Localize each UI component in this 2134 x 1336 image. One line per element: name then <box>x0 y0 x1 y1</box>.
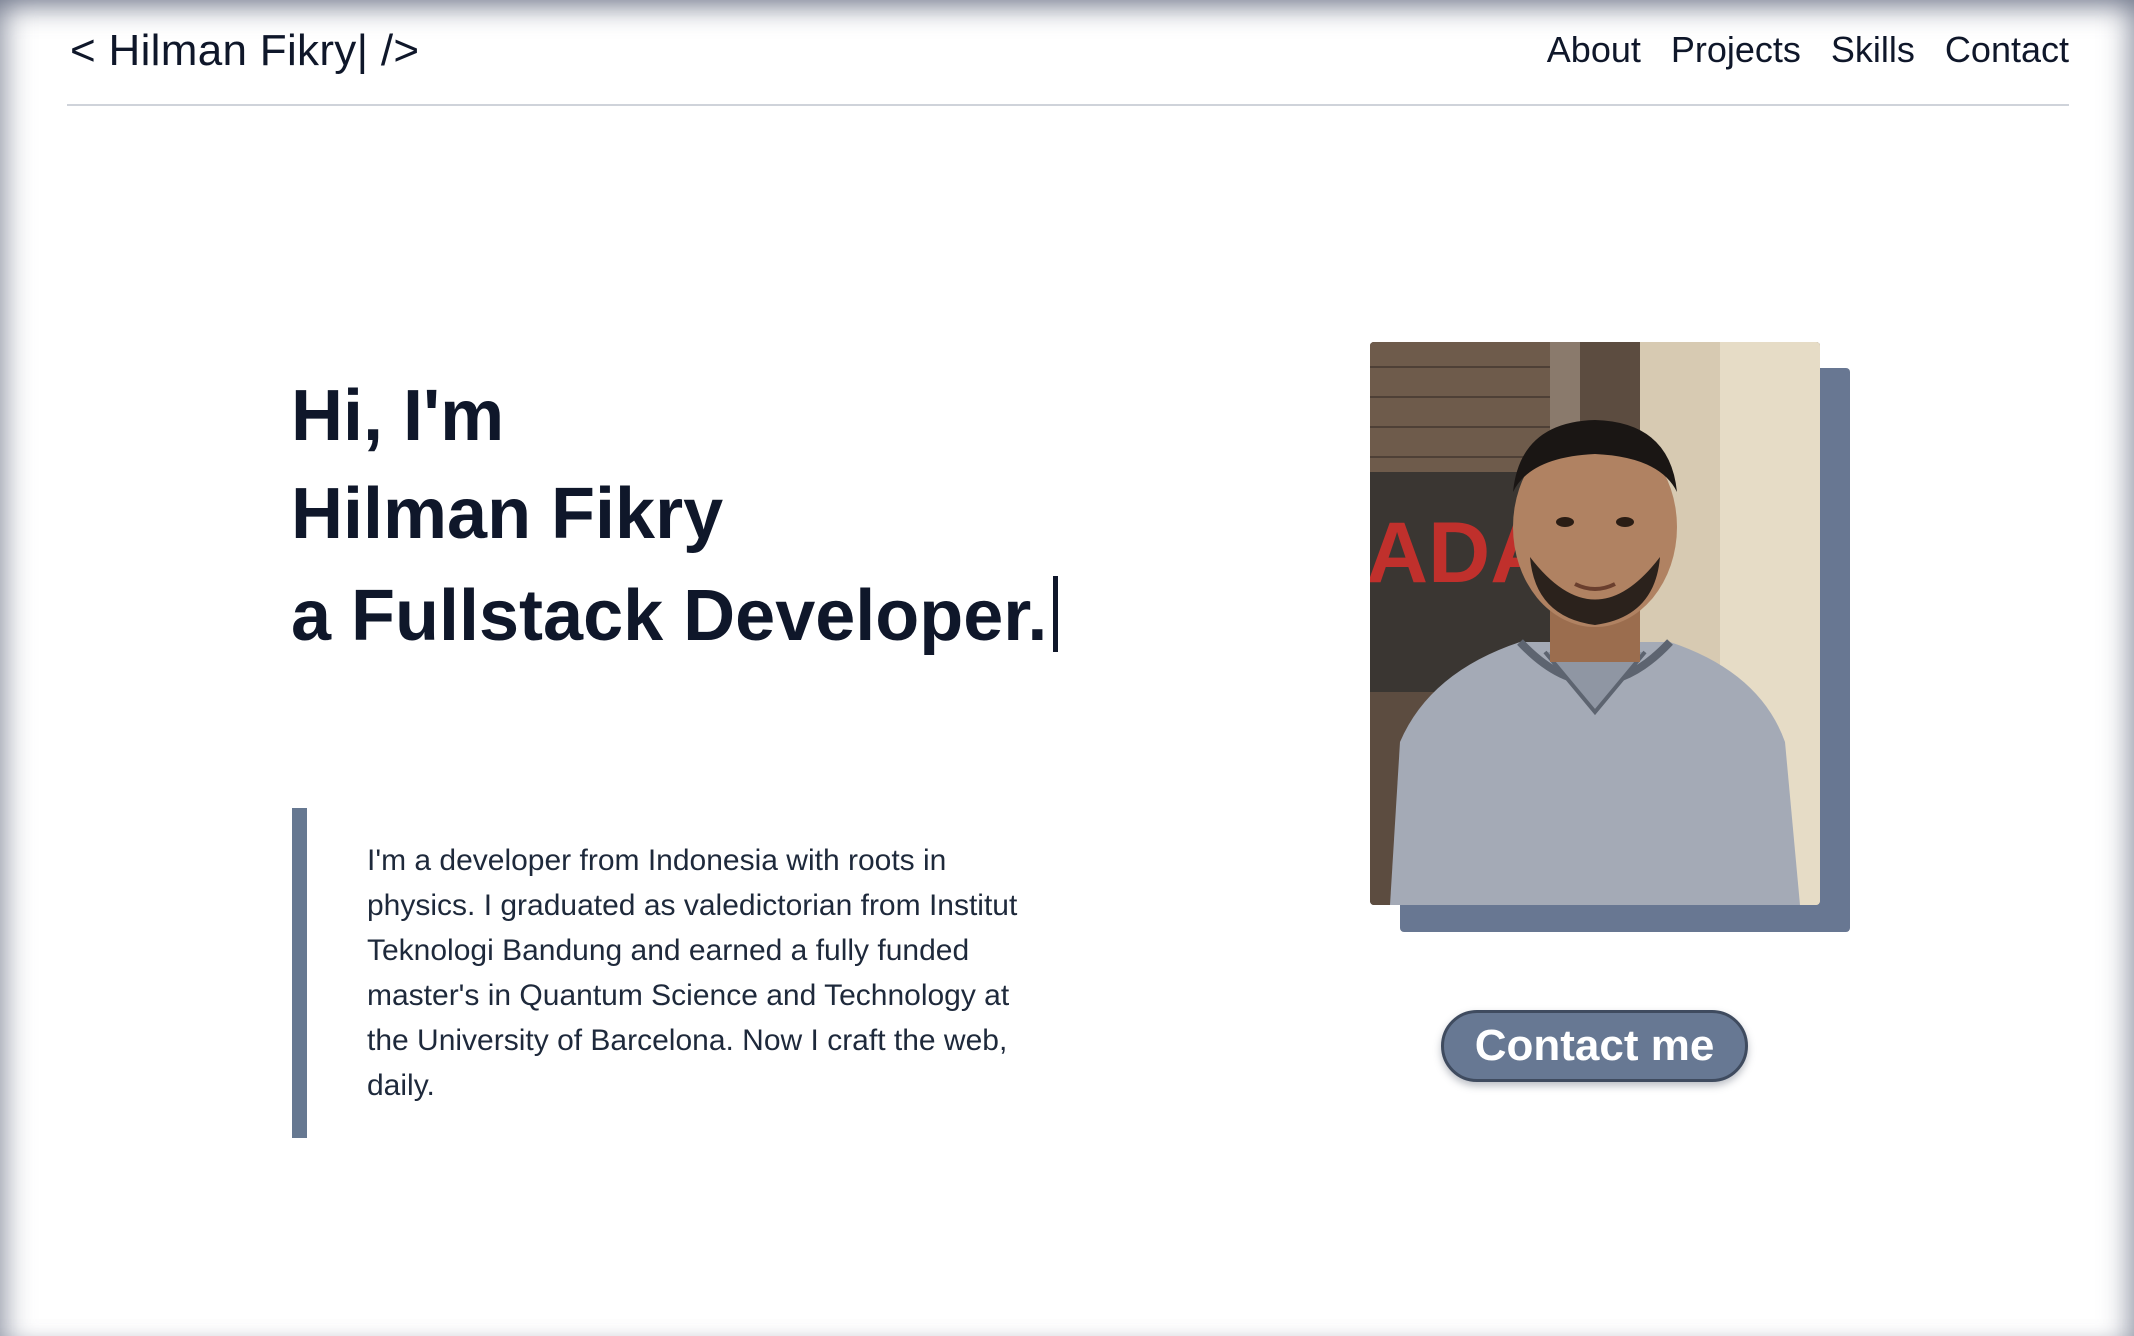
hero-role: a Fullstack Developer. <box>291 576 1048 656</box>
main-nav: About Projects Skills Contact <box>1547 29 2069 71</box>
typing-cursor <box>1053 576 1059 652</box>
site-header: < Hilman Fikry| /> About Projects Skills… <box>67 0 2069 106</box>
nav-projects[interactable]: Projects <box>1671 29 1801 71</box>
contact-me-button[interactable]: Contact me <box>1441 1010 1748 1082</box>
about-accent-bar <box>292 808 307 1138</box>
profile-photo: ADA <box>1370 342 1820 905</box>
site-logo[interactable]: < Hilman Fikry| /> <box>70 26 419 76</box>
about-text: I'm a developer from Indonesia with root… <box>367 844 1018 1102</box>
nav-about[interactable]: About <box>1547 29 1641 71</box>
hero-name: Hilman Fikry <box>291 474 724 554</box>
nav-contact[interactable]: Contact <box>1945 29 2069 71</box>
hero-role-line: a Fullstack Developer. <box>291 576 1059 652</box>
nav-skills[interactable]: Skills <box>1831 29 1915 71</box>
hero-greeting: Hi, I'm <box>291 376 505 456</box>
